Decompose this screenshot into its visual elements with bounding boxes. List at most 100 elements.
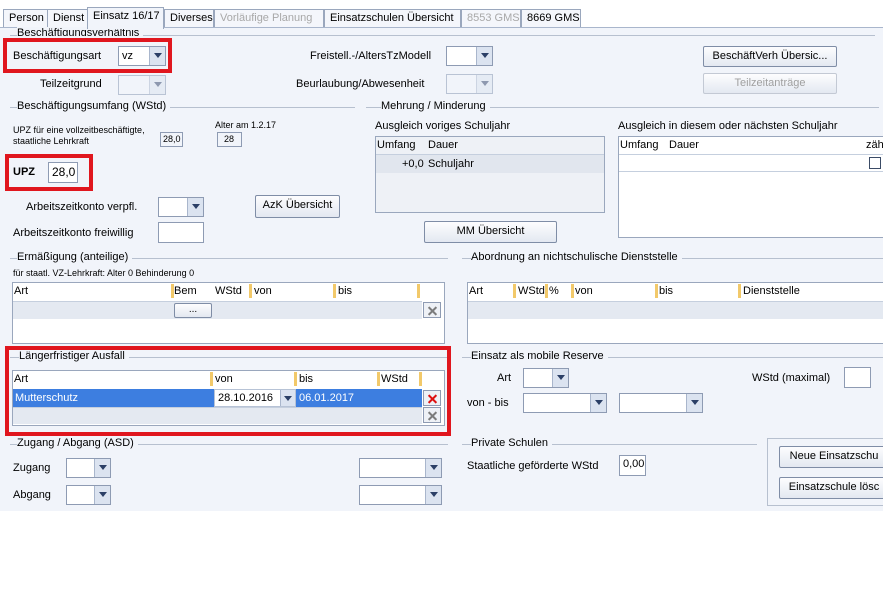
highlight-box [5,154,93,191]
section-mehrung: Mehrung / Minderung [381,100,490,112]
beurlaubung-select[interactable] [446,74,493,94]
bem-button[interactable]: ... [174,303,212,318]
chevron-down-icon [94,459,110,477]
mobile-art-select[interactable] [523,368,569,388]
beschaeftverh-uebersicht-button[interactable]: BeschäftVerh Übersic... [703,46,837,67]
column-divider [249,284,252,298]
col-wstd: WStd [518,285,545,297]
column-divider [655,284,658,298]
highlight-box [5,346,451,436]
tab-8553-gms: 8553 GMS [461,9,521,28]
zaehlt-checkbox[interactable] [869,157,881,169]
staatliche-wstd-value[interactable]: 0,00 [619,455,646,476]
column-divider [417,284,420,298]
col-von: von [254,285,272,297]
chevron-down-icon [476,47,492,65]
col-art: Art [469,285,484,297]
ausgleich-voriges-label: Ausgleich voriges Schuljahr [375,120,511,132]
column-divider [513,284,516,298]
freistell-select[interactable] [446,46,493,66]
abgang-select[interactable] [66,485,111,505]
teilzeitgrund-label: Teilzeitgrund [40,78,102,90]
col-wstd: WStd [215,285,242,297]
zugang-select[interactable] [66,458,111,478]
zugang-schule-select[interactable] [359,458,442,478]
mobile-wstd-input[interactable] [844,367,871,388]
chevron-down-icon [476,75,492,93]
column-divider [738,284,741,298]
section-ermaessigung: Ermäßigung (anteilige) [17,251,133,263]
col-dauer: Dauer [428,139,458,151]
mehrung-voriges-grid: Umfang Dauer +0,0 Schuljahr [375,136,605,213]
tab-person[interactable]: Person [3,9,48,28]
row-umfang: +0,0 [402,158,424,170]
chevron-down-icon [686,394,702,412]
teilzeitantraege-button: Teilzeitanträge [703,73,837,94]
chevron-down-icon [149,76,165,94]
chevron-down-icon [552,369,568,387]
mobile-vonbis-label: von - bis [467,397,509,409]
tab-vorlaeufige-planung: Vorläufige Planung [214,9,324,28]
upz-note-value: 28,0 [160,132,183,147]
abgang-schule-select[interactable] [359,485,442,505]
mehrung-naechstes-grid: Umfang Dauer zäh [618,136,883,238]
col-von: von [575,285,593,297]
table-row[interactable]: ... [13,301,422,319]
delete-row-icon[interactable] [423,302,441,318]
azk-verpfl-label: Arbeitszeitkonto verpfl. [26,201,138,213]
col-zaehlt: zäh [866,139,883,151]
azk-uebersicht-button[interactable]: AzK Übersicht [255,195,340,218]
beurlaubung-label: Beurlaubung/Abwesenheit [296,78,425,90]
abgang-label: Abgang [13,489,51,501]
col-dienststelle: Dienststelle [743,285,800,297]
col-bem: Bem [174,285,197,297]
chevron-down-icon [425,486,441,504]
mobile-von-select[interactable] [523,393,607,413]
neue-einsatzschule-button[interactable]: Neue Einsatzschu [779,446,883,468]
col-bis: bis [338,285,353,297]
ermaessigung-note: für staatl. VZ-Lehrkraft: Alter 0 Behind… [13,268,195,278]
table-row[interactable]: +0,0 Schuljahr [376,154,604,173]
row-dauer: Schuljahr [428,158,474,170]
table-row[interactable] [619,154,883,172]
ermaessigung-grid: Art Bem WStd von bis ... [12,282,445,344]
section-abordnung: Abordnung an nichtschulische Dienststell… [471,251,682,263]
column-divider [333,284,336,298]
section-private-schulen: Private Schulen [471,437,553,449]
azk-frei-input[interactable] [158,222,204,243]
azk-verpfl-select[interactable] [158,197,204,217]
ausgleich-naechstes-label: Ausgleich in diesem oder nächsten Schulj… [618,120,838,132]
col-prozent: % [549,285,559,297]
tab-dienst[interactable]: Dienst [47,9,88,28]
section-mobile-reserve: Einsatz als mobile Reserve [471,350,608,362]
col-umfang: Umfang [377,139,416,151]
section-umfang: Beschäftigungsumfang (WStd) [17,100,171,112]
column-divider [545,284,548,298]
mm-uebersicht-button[interactable]: MM Übersicht [424,221,557,243]
mobile-bis-select[interactable] [619,393,703,413]
col-bis: bis [659,285,674,297]
azk-frei-label: Arbeitszeitkonto freiwillig [13,227,134,239]
mobile-art-label: Art [497,372,512,384]
highlight-box [3,38,172,73]
col-dauer: Dauer [669,139,699,151]
chevron-down-icon [94,486,110,504]
freistell-label: Freistell.-/AltersTzModell [310,50,432,62]
einsatzschule-loeschen-button[interactable]: Einsatzschule lösc [779,477,883,499]
chevron-down-icon [590,394,606,412]
abordnung-grid: Art WStd % von bis Dienststelle [467,282,883,344]
chevron-down-icon [425,459,441,477]
mobile-wstd-label: WStd (maximal) [752,372,831,384]
alter-label: Alter am 1.2.17 [215,120,277,130]
col-umfang: Umfang [620,139,659,151]
zugang-label: Zugang [13,462,51,474]
tab-einsatz[interactable]: Einsatz 16/17 [87,7,164,29]
chevron-down-icon [187,198,203,216]
alter-value: 28 [217,132,242,147]
teilzeitgrund-select[interactable] [118,75,166,95]
tab-einsatzschulen-uebersicht[interactable]: Einsatzschulen Übersicht [324,9,461,28]
tab-8669-gms[interactable]: 8669 GMS [521,9,581,28]
table-row[interactable] [468,301,883,319]
tab-diverses[interactable]: Diverses [164,9,214,28]
upz-note: UPZ für eine vollzeitbeschäftigte, staat… [13,125,145,146]
